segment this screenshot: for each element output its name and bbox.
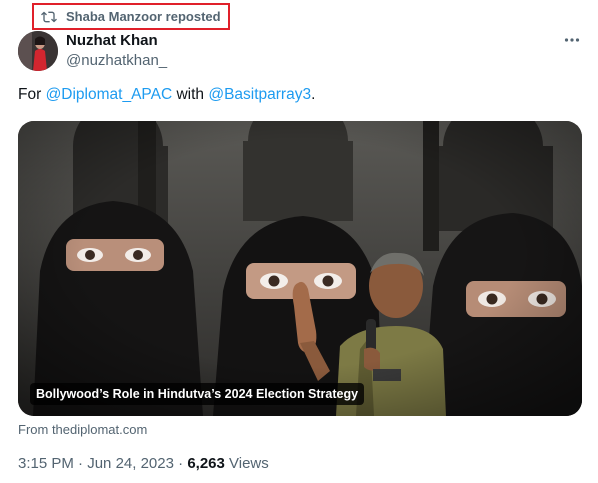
mention-diplomat-link[interactable]: @Diplomat_APAC [46, 86, 173, 103]
views-label: Views [224, 455, 269, 472]
views-count[interactable]: 6,263 [187, 455, 225, 472]
author-handle[interactable]: @nuzhatkhan_ [66, 52, 167, 69]
tweet-text-middle: with [172, 86, 209, 103]
repost-label: Shaba Manzoor reposted [66, 9, 221, 24]
avatar[interactable] [18, 31, 58, 71]
author-name[interactable]: Nuzhat Khan [66, 32, 158, 49]
card-title: Bollywood’s Role in Hindutva’s 2024 Elec… [30, 383, 365, 405]
card-source-link[interactable]: From thediplomat.com [18, 422, 147, 437]
tweet-text-prefix: For [18, 86, 46, 103]
mention-basitparray-link[interactable]: @Basitparray3 [208, 86, 311, 103]
meta-separator: · [73, 455, 88, 472]
repost-indicator[interactable]: Shaba Manzoor reposted [32, 3, 230, 30]
more-icon [564, 38, 580, 42]
tweet-text: For @Diplomat_APAC with @Basitparray3. [18, 86, 315, 104]
tweet-meta: 3:15 PM · Jun 24, 2023 · 6,263 Views [18, 455, 269, 472]
tweet-text-suffix: . [311, 86, 316, 103]
more-options-button[interactable] [557, 30, 587, 50]
meta-separator: · [173, 455, 188, 472]
repost-icon [41, 9, 57, 25]
link-card[interactable]: Bollywood’s Role in Hindutva’s 2024 Elec… [18, 121, 582, 416]
tweet-time[interactable]: 3:15 PM [18, 455, 74, 472]
card-image [18, 121, 582, 416]
tweet-date[interactable]: Jun 24, 2023 [87, 455, 174, 472]
